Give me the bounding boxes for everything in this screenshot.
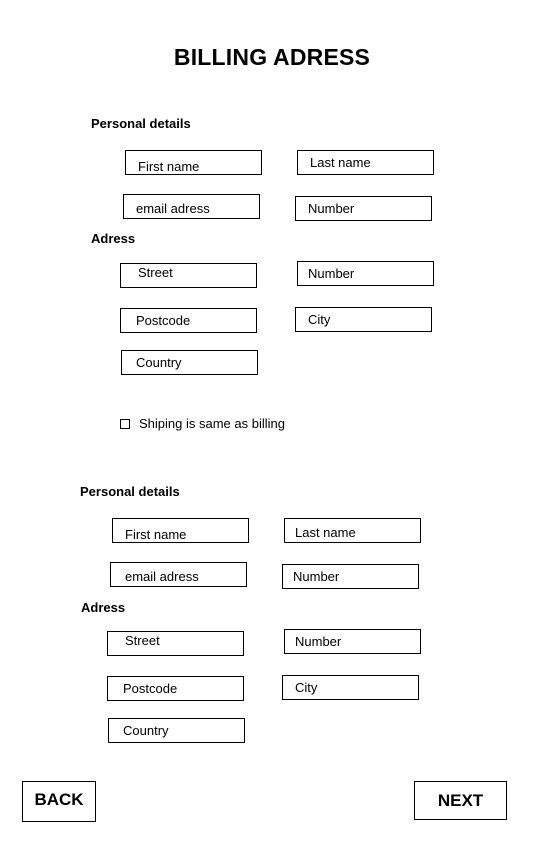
shipping-first-name-field[interactable]: First name	[112, 518, 249, 543]
billing-email-field[interactable]: email adress	[123, 194, 260, 219]
back-button[interactable]: BACK	[22, 781, 96, 822]
billing-personal-details-heading: Personal details	[91, 116, 191, 131]
billing-last-name-field[interactable]: Last name	[297, 150, 434, 175]
billing-street-field[interactable]: Street	[120, 263, 257, 288]
same-as-billing-option[interactable]: Shiping is same as billing	[120, 416, 285, 431]
page-title: BILLING ADRESS	[173, 44, 371, 70]
billing-street-number-field[interactable]: Number	[297, 261, 434, 286]
shipping-street-field[interactable]: Street	[107, 631, 244, 656]
billing-country-field[interactable]: Country	[121, 350, 258, 375]
billing-first-name-field[interactable]: First name	[125, 150, 262, 175]
shipping-street-number-field[interactable]: Number	[284, 629, 421, 654]
shipping-personal-details-heading: Personal details	[80, 484, 180, 499]
shipping-email-field[interactable]: email adress	[110, 562, 247, 587]
shipping-country-field[interactable]: Country	[108, 718, 245, 743]
shipping-postcode-field[interactable]: Postcode	[107, 676, 244, 701]
shipping-last-name-field[interactable]: Last name	[284, 518, 421, 543]
same-as-billing-checkbox[interactable]	[120, 418, 130, 429]
next-button[interactable]: NEXT	[414, 781, 507, 820]
billing-city-field[interactable]: City	[295, 307, 432, 332]
shipping-phone-number-field[interactable]: Number	[282, 564, 419, 589]
same-as-billing-label: Shiping is same as billing	[139, 416, 285, 431]
billing-postcode-field[interactable]: Postcode	[120, 308, 257, 333]
billing-phone-number-field[interactable]: Number	[295, 196, 432, 221]
billing-address-heading: Adress	[91, 231, 136, 246]
shipping-address-heading: Adress	[81, 600, 126, 615]
shipping-city-field[interactable]: City	[282, 675, 419, 700]
